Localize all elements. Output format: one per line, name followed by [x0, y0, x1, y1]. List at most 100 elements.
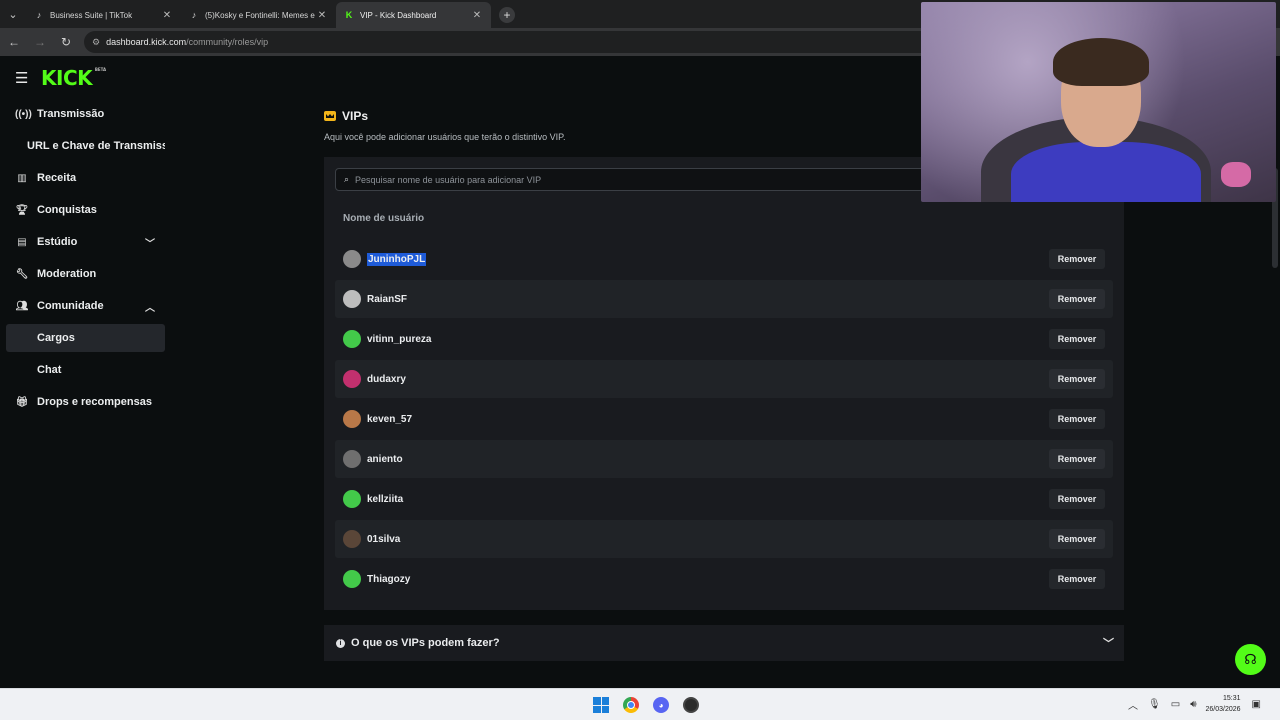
tab-title: Business Suite | TikTok [50, 10, 133, 20]
username[interactable]: 01silva [367, 534, 400, 545]
table-row: Thiagozy Remover [335, 560, 1113, 598]
sidebar-item-receita[interactable]: ▥ Receita [6, 164, 165, 192]
remove-button[interactable]: Remover [1049, 369, 1105, 389]
table-row: dudaxry Remover [335, 360, 1113, 398]
avatar [343, 450, 361, 468]
table-row: keven_57 Remover [335, 400, 1113, 438]
username[interactable]: keven_57 [367, 414, 412, 425]
browser-tab-kick-dashboard[interactable]: K VIP - Kick Dashboard ✕ [336, 2, 491, 28]
clock-time: 15:31 [1223, 695, 1241, 702]
notification-icon[interactable]: ▣ [1252, 699, 1261, 710]
new-tab-button[interactable]: + [499, 7, 515, 23]
remove-button[interactable]: Remover [1049, 529, 1105, 549]
gift-icon: 🎁︎ [15, 396, 29, 408]
remove-button[interactable]: Remover [1049, 449, 1105, 469]
sidebar-item-chat[interactable]: Chat [6, 356, 165, 384]
username[interactable]: dudaxry [367, 374, 406, 385]
sidebar-item-label: URL e Chave de Transmissão [27, 140, 165, 152]
chevron-down-icon: ﹀ [145, 238, 155, 250]
username[interactable]: aniento [367, 454, 403, 465]
username[interactable]: vitinn_pureza [367, 334, 431, 345]
sidebar-item-label: Receita [37, 172, 77, 184]
remove-button[interactable]: Remover [1049, 329, 1105, 349]
windows-start-icon[interactable] [590, 694, 612, 716]
avatar [343, 290, 361, 308]
remove-button[interactable]: Remover [1049, 569, 1105, 589]
username[interactable]: kellziita [367, 494, 403, 505]
remove-button[interactable]: Remover [1049, 289, 1105, 309]
url-host: dashboard.kick.com [106, 37, 187, 47]
sidebar-item-label: Comunidade [37, 300, 104, 312]
avatar [343, 370, 361, 388]
table-row: 01silva Remover [335, 520, 1113, 558]
kick-logo[interactable]: KICK BETA [41, 66, 106, 90]
avatar [343, 570, 361, 588]
back-arrow-icon[interactable]: ← [2, 30, 26, 54]
wrench-icon: 🔧︎ [15, 268, 29, 280]
chevron-up-icon[interactable]: ︿ [1128, 697, 1138, 712]
clock[interactable]: 15:31 26/03/2026 [1206, 693, 1241, 715]
obs-icon[interactable] [680, 694, 702, 716]
network-icon[interactable]: ▭ [1171, 699, 1180, 710]
sidebar-item-url-key[interactable]: URL e Chave de Transmissão [6, 132, 165, 160]
webcam-toy [1221, 162, 1251, 187]
remove-button[interactable]: Remover [1049, 489, 1105, 509]
sidebar-item-cargos[interactable]: Cargos [6, 324, 165, 352]
sidebar-item-estudio[interactable]: ▤ Estúdio ﹀ [6, 228, 165, 256]
avatar [343, 530, 361, 548]
table-row: aniento Remover [335, 440, 1113, 478]
sidebar-item-moderation[interactable]: 🔧︎ Moderation [6, 260, 165, 288]
site-info-icon[interactable]: ⚙ [92, 37, 100, 48]
page-title: VIPs [324, 109, 368, 123]
username[interactable]: Thiagozy [367, 574, 410, 585]
sidebar-header: ☰ KICK BETA [0, 58, 175, 98]
sidebar-item-label: Drops e recompensas [37, 396, 152, 408]
column-header-username: Nome de usuário [343, 213, 425, 224]
tab-title: VIP - Kick Dashboard [360, 10, 437, 20]
tiktok-icon: ♪ [36, 10, 42, 20]
sidebar: ☰ KICK BETA ((•)) Transmissão URL e Chave… [0, 58, 175, 688]
avatar [343, 330, 361, 348]
close-icon[interactable]: ✕ [316, 10, 328, 21]
browser-tab-tiktok-memes[interactable]: ♪ (5)Kosky e Fontinelli: Memes e F ✕ [181, 2, 336, 28]
faq-label: O que os VIPs podem fazer? [351, 637, 500, 649]
kick-icon: K [345, 10, 353, 20]
community-icon: 👥︎ [15, 300, 29, 312]
sidebar-item-comunidade[interactable]: 👥︎ Comunidade ︿ [6, 292, 165, 320]
avatar [343, 490, 361, 508]
chevron-down-icon: ﹀ [1103, 638, 1114, 650]
system-tray: ︿ 🎙︎ ▭ 🔊︎ 15:31 26/03/2026 ▣ [1123, 693, 1266, 715]
menu-icon[interactable]: ☰ [15, 69, 35, 87]
support-chat-button[interactable]: ☊ [1235, 644, 1266, 675]
tab-list-chevron-icon[interactable]: ⌄ [0, 0, 26, 28]
close-icon[interactable]: ✕ [161, 10, 173, 21]
remove-button[interactable]: Remover [1049, 249, 1105, 269]
volume-icon[interactable]: 🔊︎ [1190, 699, 1196, 710]
sidebar-item-label: Transmissão [37, 108, 105, 120]
username[interactable]: JuninhoPJL [367, 252, 427, 266]
crown-icon [324, 111, 336, 121]
sidebar-item-conquistas[interactable]: 🏆︎ Conquistas [6, 196, 165, 224]
url-input[interactable]: ⚙ dashboard.kick.com /community/roles/vi… [84, 31, 944, 53]
webcam-person-body [1011, 142, 1201, 202]
table-row: RaianSF Remover [335, 280, 1113, 318]
webcam-person-hair [1053, 38, 1149, 86]
sidebar-item-transmissao[interactable]: ((•)) Transmissão [6, 100, 165, 128]
reload-icon[interactable]: ↻ [54, 30, 78, 54]
sidebar-item-label: Moderation [37, 268, 97, 280]
browser-tab-tiktok-business[interactable]: ♪ Business Suite | TikTok ✕ [26, 2, 181, 28]
vip-faq-accordion[interactable]: i O que os VIPs podem fazer? ﹀ [324, 625, 1124, 661]
table-row: vitinn_pureza Remover [335, 320, 1113, 358]
search-placeholder: Pesquisar nome de usuário para adicionar… [355, 174, 542, 185]
chevron-up-icon: ︿ [145, 302, 155, 314]
forward-arrow-icon[interactable]: → [28, 30, 52, 54]
avatar [343, 410, 361, 428]
microphone-icon[interactable]: 🎙︎ [1148, 699, 1161, 710]
chrome-icon[interactable] [620, 694, 642, 716]
sidebar-item-drops[interactable]: 🎁︎ Drops e recompensas [6, 388, 165, 416]
discord-icon[interactable]: ◕ [650, 694, 672, 716]
avatar [343, 250, 361, 268]
remove-button[interactable]: Remover [1049, 409, 1105, 429]
username[interactable]: RaianSF [367, 294, 407, 305]
close-icon[interactable]: ✕ [471, 10, 483, 21]
